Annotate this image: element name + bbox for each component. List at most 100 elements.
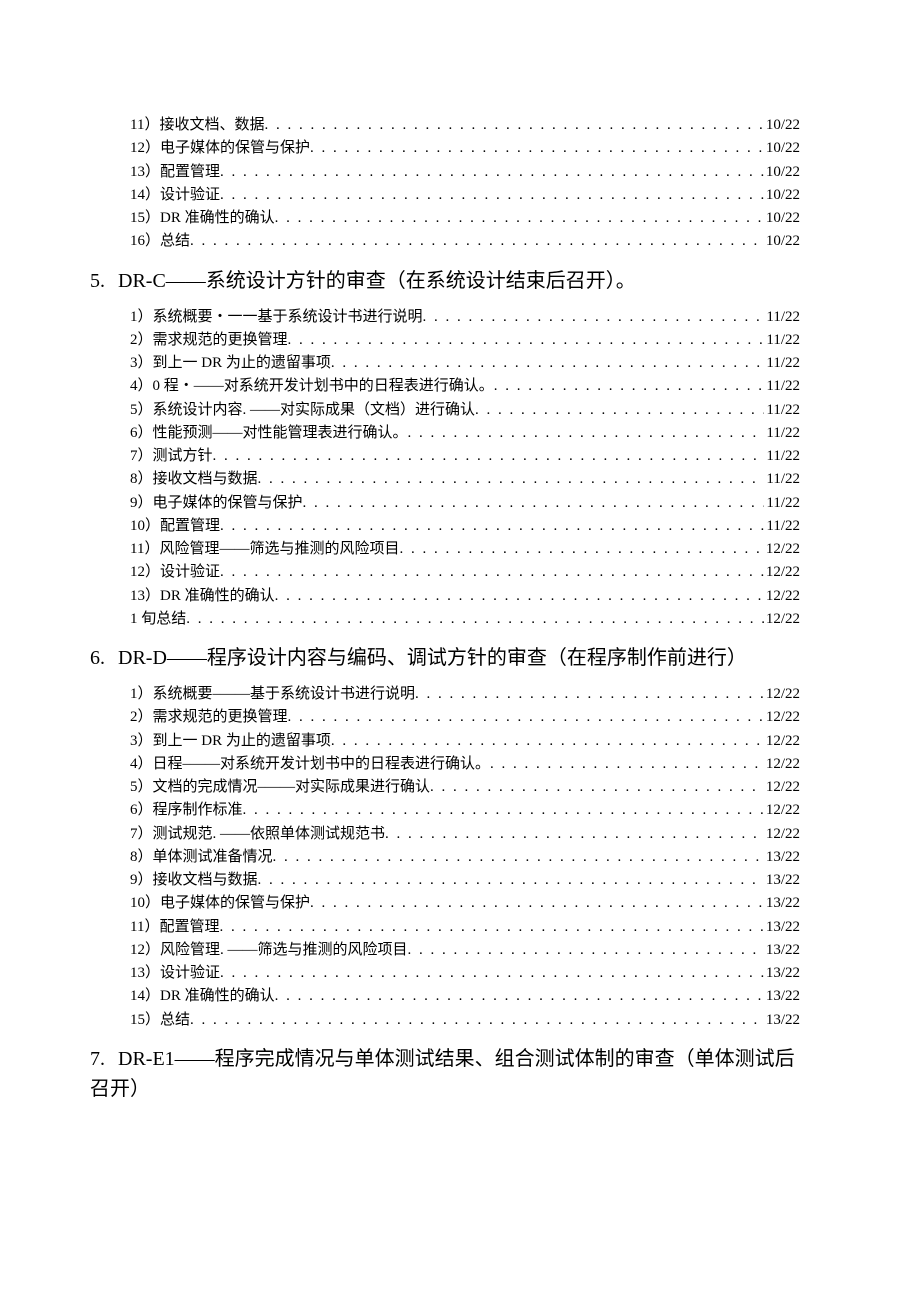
toc-leader-dots [213,445,765,468]
toc-leader-dots [220,515,764,538]
toc-entry: 3）到上一 DR 为止的遗留事项 12/22 [130,730,800,753]
toc-entry-page: 12/22 [764,608,800,631]
toc-entry-page: 12/22 [764,730,800,753]
toc-leader-dots [310,137,764,160]
toc-entry: 4）日程–——对系统开发计划书中的日程表进行确认。12/22 [130,753,800,776]
toc-entry: 12）风险管理. ——筛选与推测的风险项目13/22 [130,939,800,962]
toc-entry: 6）程序制作标准12/22 [130,799,800,822]
toc-entry-page: 12/22 [764,776,800,799]
toc-entry-label: 9）电子媒体的保管与保护 [130,492,303,515]
toc-entry: 9）电子媒体的保管与保护11/22 [130,492,800,515]
toc-entry-label: 5）文档的完成情况–——对实际成果进行确认 [130,776,430,799]
toc-leader-dots [275,207,764,230]
toc-leader-dots [385,823,764,846]
toc-leader-dots [220,161,764,184]
toc-entry: 15）DR 准确性的确认 10/22 [130,207,800,230]
toc-entry-label: 12）电子媒体的保管与保护 [130,137,310,160]
toc-entry: 1）系统概要・一一基于系统设计书进行说明 11/22 [130,306,800,329]
section-title: DR-E1——程序完成情况与单体测试结果、组合测试体制的审查（单体测试后召开） [90,1048,795,1100]
toc-entry: 2）需求规范的更换管理 11/22 [130,329,800,352]
toc-entry-label: 2）需求规范的更换管理 [130,706,288,729]
document-page: 11）接收文档、数据10/2212）电子媒体的保管与保护10/2213）配置管理… [0,0,920,1174]
toc-entry-page: 12/22 [764,706,800,729]
toc-entry-label: 4）0 程・——对系统开发计划书中的日程表进行确认。 [130,375,494,398]
toc-entry-label: 2）需求规范的更换管理 [130,329,288,352]
toc-entry-label: 1）系统概要–——基于系统设计书进行说明 [130,683,415,706]
toc-entry-label: 11）风险管理——筛选与推测的风险项目 [130,538,399,561]
toc-entry-label: 4）日程–——对系统开发计划书中的日程表进行确认。 [130,753,490,776]
toc-entry: 3）到上一 DR 为止的遗留事项11/22 [130,352,800,375]
toc-entry: 10）电子媒体的保管与保护 13/22 [130,892,800,915]
toc-entry: 15）总结 13/22 [130,1009,800,1032]
toc-entry: 16）总结 10/22 [130,230,800,253]
section-heading: 7.DR-E1——程序完成情况与单体测试结果、组合测试体制的审查（单体测试后召开… [90,1044,800,1104]
toc-leader-dots [331,730,764,753]
toc-leader-dots [415,683,764,706]
toc-entry-page: 10/22 [764,207,800,230]
toc-entry: 5）文档的完成情况–——对实际成果进行确认 12/22 [130,776,800,799]
toc-entry-label: 15）总结 [130,1009,190,1032]
section-heading: 5.DR-C——系统设计方针的审查（在系统设计结束后召开）。 [90,266,800,296]
toc-entry-label: 12）设计验证 [130,561,220,584]
toc-block: 1）系统概要–——基于系统设计书进行说明 12/22 2）需求规范的更换管理 12/2… [130,683,800,1032]
toc-entry-label: 15）DR 准确性的确认 [130,207,275,230]
toc-entry-label: 10）电子媒体的保管与保护 [130,892,310,915]
toc-leader-dots [258,468,765,491]
toc-leader-dots [408,422,765,445]
toc-entry: 14）DR 准确性的确认13/22 [130,985,800,1008]
toc-leader-dots [273,846,764,869]
toc-entry-page: 12/22 [764,823,800,846]
toc-entry: 8）单体测试准备情况 13/22 [130,846,800,869]
toc-leader-dots [258,869,764,892]
toc-entry-page: 11/22 [764,329,800,352]
toc-entry-label: 16）总结 [130,230,190,253]
toc-entry-label: 3）到上一 DR 为止的遗留事项 [130,730,331,753]
toc-entry-page: 11/22 [764,352,800,375]
toc-leader-dots [219,916,763,939]
toc-leader-dots [490,753,764,776]
section-title: DR-D——程序设计内容与编码、调试方针的审查（在程序制作前进行） [118,647,747,669]
toc-entry-page: 12/22 [764,683,800,706]
toc-entry-page: 10/22 [764,184,800,207]
toc-entry-page: 13/22 [764,846,800,869]
toc-entry-page: 12/22 [764,538,800,561]
toc-entry-label: 11）配置管理 [130,916,219,939]
toc-entry: 7）测试方针11/22 [130,445,800,468]
toc-entry-label: 13）配置管理 [130,161,220,184]
toc-entry-page: 13/22 [764,892,800,915]
toc-entry-label: 13）DR 准确性的确认 [130,585,275,608]
toc-entry-page: 13/22 [764,1009,800,1032]
toc-entry-label: 8）单体测试准备情况 [130,846,273,869]
toc-entry-label: 11）接收文档、数据 [130,114,264,137]
toc-entry-page: 11/22 [764,422,800,445]
toc-entry-page: 11/22 [764,468,800,491]
toc-leader-dots [275,585,764,608]
toc-entry-label: 6）性能预测——对性能管理表进行确认。 [130,422,408,445]
toc-entry-label: 7）测试规范. ——依照单体测试规范书 [130,823,385,846]
toc-entry-page: 13/22 [764,939,800,962]
toc-entry-page: 12/22 [764,561,800,584]
toc-entry: 2）需求规范的更换管理 12/22 [130,706,800,729]
toc-leader-dots [475,399,764,422]
toc-entry-label: 10）配置管理 [130,515,220,538]
toc-block: 11）接收文档、数据10/2212）电子媒体的保管与保护10/2213）配置管理… [130,114,800,254]
toc-entry-page: 13/22 [764,985,800,1008]
toc-leader-dots [303,492,765,515]
section-number: 7. [90,1044,118,1074]
toc-entry-label: 1）系统概要・一一基于系统设计书进行说明 [130,306,423,329]
toc-leader-dots [275,985,764,1008]
toc-entry-page: 11/22 [764,306,800,329]
toc-leader-dots [423,306,765,329]
toc-entry: 12）设计验证 12/22 [130,561,800,584]
toc-entry: 8）接收文档与数据11/22 [130,468,800,491]
toc-entry-label: 14）设计验证 [130,184,220,207]
toc-entry-page: 10/22 [764,230,800,253]
toc-entry-page: 11/22 [764,375,800,398]
toc-entry: 1 旬总结12/22 [130,608,800,631]
toc-entry: 12）电子媒体的保管与保护10/22 [130,137,800,160]
toc-leader-dots [331,352,765,375]
section-heading: 6.DR-D——程序设计内容与编码、调试方针的审查（在程序制作前进行） [90,643,800,673]
toc-leader-dots [399,538,763,561]
toc-leader-dots [288,329,765,352]
toc-entry-page: 10/22 [764,114,800,137]
